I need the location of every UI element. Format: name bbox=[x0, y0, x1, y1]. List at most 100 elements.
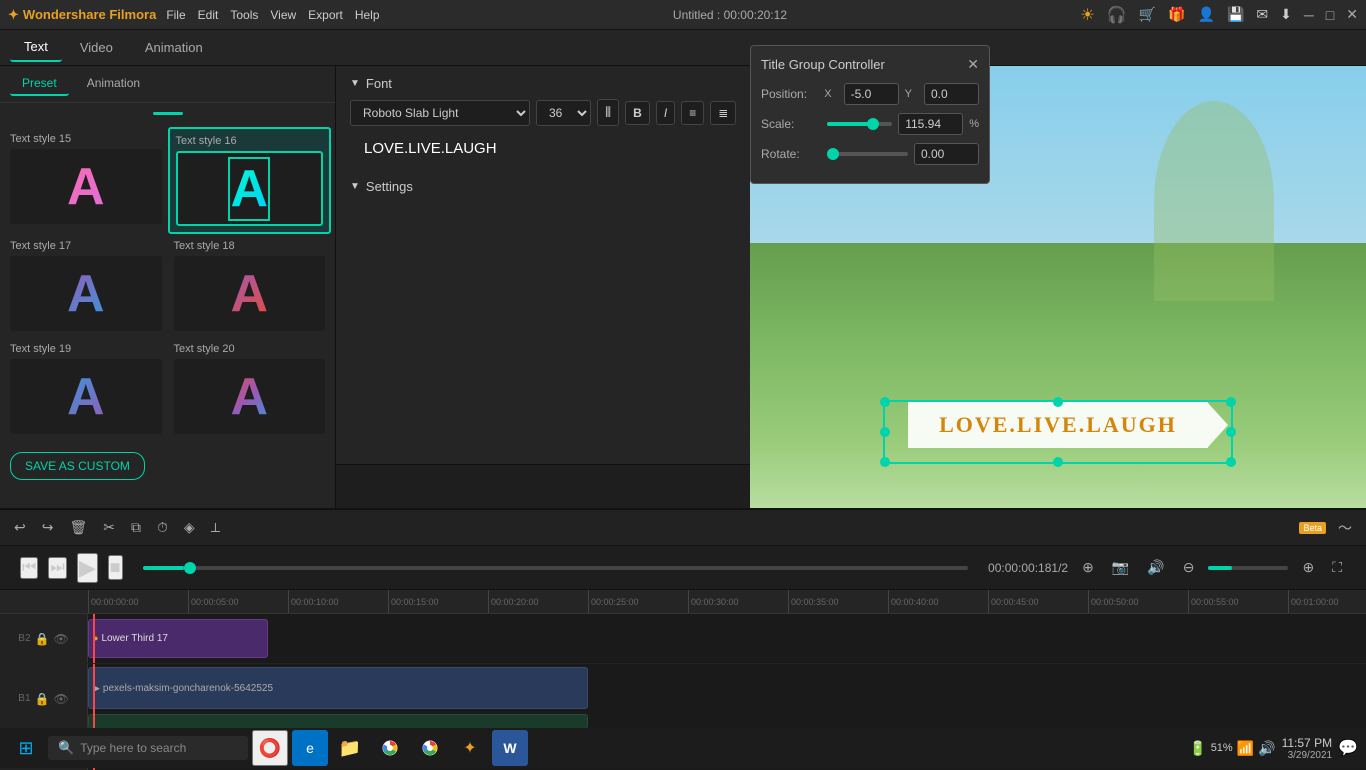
video-clip[interactable]: ▶ pexels-maksim-goncharenok-5642525 bbox=[88, 667, 588, 708]
handle-bm[interactable] bbox=[1053, 457, 1063, 467]
handle-tm[interactable] bbox=[1053, 397, 1063, 407]
tgc-close-button[interactable]: ✕ bbox=[967, 56, 979, 73]
app-logo: ✦ Wondershare Filmora bbox=[8, 7, 156, 23]
track-b2-lock-icon[interactable]: 🔒 bbox=[35, 632, 50, 646]
tab-video[interactable]: Video bbox=[66, 34, 127, 61]
redo-button[interactable]: ↪ bbox=[38, 515, 58, 540]
split-button[interactable]: ⟂ bbox=[207, 515, 224, 540]
taskbar-app-word[interactable]: W bbox=[492, 730, 528, 766]
copy-button[interactable]: ⧉ bbox=[127, 515, 145, 540]
close-button[interactable]: ✕ bbox=[1346, 6, 1358, 23]
minimize-button[interactable]: ─ bbox=[1304, 7, 1314, 23]
audio-wave-button[interactable]: 〜 bbox=[1334, 514, 1356, 542]
notification-icon[interactable]: 💬 bbox=[1338, 738, 1358, 758]
system-clock[interactable]: 11:57 PM 3/29/2021 bbox=[1282, 736, 1332, 761]
zoom-in-button[interactable]: ⊕ bbox=[1298, 555, 1318, 580]
save-as-custom-button[interactable]: SAVE AS CUSTOM bbox=[10, 452, 145, 480]
font-family-select[interactable]: Roboto Slab Light bbox=[350, 100, 530, 126]
tab-animation-sub[interactable]: Animation bbox=[75, 72, 152, 96]
style-item-16[interactable]: Text style 16 A + bbox=[168, 127, 332, 234]
style-item-17[interactable]: Text style 17 A bbox=[4, 234, 168, 337]
taskbar-search[interactable]: 🔍 Type here to search bbox=[48, 736, 248, 760]
battery-icon: 🔋 bbox=[1189, 740, 1206, 757]
tgc-y-input[interactable] bbox=[924, 83, 979, 105]
cortana-button[interactable]: ⭕ bbox=[252, 730, 288, 766]
handle-tl[interactable] bbox=[880, 397, 890, 407]
tgc-scale-slider[interactable] bbox=[827, 122, 892, 126]
zoom-out-button[interactable]: ⊖ bbox=[1179, 555, 1199, 580]
settings-label: Settings bbox=[366, 179, 413, 194]
search-placeholder: Type here to search bbox=[80, 741, 186, 755]
windows-logo-icon: ⊞ bbox=[18, 738, 33, 759]
undo-button[interactable]: ↩ bbox=[10, 515, 30, 540]
menu-file[interactable]: File bbox=[166, 8, 185, 22]
menu-bar: File Edit Tools View Export Help bbox=[166, 8, 379, 22]
mask-button[interactable]: ◈ bbox=[180, 515, 199, 540]
handle-br[interactable] bbox=[1226, 457, 1236, 467]
taskbar-app-chrome2[interactable] bbox=[412, 730, 448, 766]
menu-export[interactable]: Export bbox=[308, 8, 343, 22]
tab-animation[interactable]: Animation bbox=[131, 34, 217, 61]
prev-frame-button[interactable]: ⏮ bbox=[20, 557, 38, 579]
cut-button[interactable]: ✂ bbox=[99, 515, 119, 540]
handle-mr[interactable] bbox=[1226, 427, 1236, 437]
delete-button[interactable]: 🗑 bbox=[65, 515, 91, 540]
taskbar-app-filmora[interactable]: ✦ bbox=[452, 730, 488, 766]
track-b1-lock-icon[interactable]: 🔒 bbox=[35, 692, 50, 706]
track-b1-eye-icon[interactable]: 👁 bbox=[53, 692, 68, 706]
icon-gift: 🎁 bbox=[1168, 6, 1185, 23]
clock-time: 11:57 PM bbox=[1282, 736, 1332, 750]
windows-taskbar: ⊞ 🔍 Type here to search ⭕ e 📁 ✦ W 🔋 51% … bbox=[0, 728, 1366, 768]
style-item-20[interactable]: Text style 20 A bbox=[168, 337, 332, 440]
stop-button[interactable]: ■ bbox=[108, 555, 123, 580]
fullscreen-button[interactable]: ⛶ bbox=[1328, 555, 1346, 580]
add-track-button[interactable]: ⊕ bbox=[1078, 555, 1098, 580]
taskbar-apps: e 📁 ✦ W bbox=[292, 730, 528, 766]
title-bar: ✦ Wondershare Filmora File Edit Tools Vi… bbox=[0, 0, 1366, 30]
font-size-select[interactable]: 36 bbox=[536, 100, 591, 126]
menu-edit[interactable]: Edit bbox=[198, 8, 219, 22]
align-more-button[interactable]: ≣ bbox=[710, 101, 736, 125]
prev-clip-button[interactable]: ⏭ bbox=[48, 557, 66, 579]
page-indicator: 1/2 bbox=[1051, 561, 1068, 575]
tab-text[interactable]: Text bbox=[10, 33, 62, 62]
screenshot-button[interactable]: 📷 bbox=[1108, 555, 1133, 580]
tab-preset[interactable]: Preset bbox=[10, 72, 69, 96]
bold-button[interactable]: B bbox=[625, 101, 650, 125]
title-bar-left: ✦ Wondershare Filmora File Edit Tools Vi… bbox=[8, 7, 380, 23]
style-item-18[interactable]: Text style 18 A bbox=[168, 234, 332, 337]
handle-ml[interactable] bbox=[880, 427, 890, 437]
style-item-19[interactable]: Text style 19 A bbox=[4, 337, 168, 440]
speaker-button[interactable]: 🔊 bbox=[1143, 555, 1168, 580]
start-button[interactable]: ⊞ bbox=[8, 730, 44, 766]
menu-help[interactable]: Help bbox=[355, 8, 380, 22]
align-left-button[interactable]: ≡ bbox=[681, 101, 704, 125]
style-item-15[interactable]: Text style 15 A bbox=[4, 127, 168, 234]
tgc-position-row: Position: X Y bbox=[761, 83, 979, 105]
column-spacing-button[interactable]: ⦀ bbox=[597, 99, 619, 126]
taskbar-app-chrome[interactable] bbox=[372, 730, 408, 766]
menu-view[interactable]: View bbox=[270, 8, 296, 22]
handle-bl[interactable] bbox=[880, 457, 890, 467]
taskbar-app-edge[interactable]: e bbox=[292, 730, 328, 766]
track-b2-eye-icon[interactable]: 👁 bbox=[53, 632, 68, 646]
ruler-tick-12: 00:01:00:00 bbox=[1288, 590, 1366, 614]
audio-clip[interactable] bbox=[88, 714, 588, 729]
icon-person: 👤 bbox=[1198, 6, 1215, 23]
tgc-x-input[interactable] bbox=[844, 83, 899, 105]
history-button[interactable]: ⏱ bbox=[153, 515, 172, 540]
maximize-button[interactable]: □ bbox=[1326, 7, 1334, 23]
italic-button[interactable]: I bbox=[656, 101, 675, 125]
play-button[interactable]: ▶ bbox=[77, 553, 98, 583]
tgc-scale-input[interactable] bbox=[898, 113, 963, 135]
icon-cart: 🛒 bbox=[1139, 6, 1156, 23]
handle-tr[interactable] bbox=[1226, 397, 1236, 407]
title-clip[interactable]: ● Lower Third 17 bbox=[88, 619, 268, 658]
tgc-rotate-slider[interactable] bbox=[827, 152, 908, 156]
taskbar-app-folder[interactable]: 📁 bbox=[332, 730, 368, 766]
menu-tools[interactable]: Tools bbox=[230, 8, 258, 22]
playback-progress[interactable] bbox=[143, 566, 968, 570]
main-tab-bar: Text Video Animation bbox=[0, 30, 1366, 66]
tgc-rotate-input[interactable] bbox=[914, 143, 979, 165]
tgc-position-label: Position: bbox=[761, 87, 818, 101]
